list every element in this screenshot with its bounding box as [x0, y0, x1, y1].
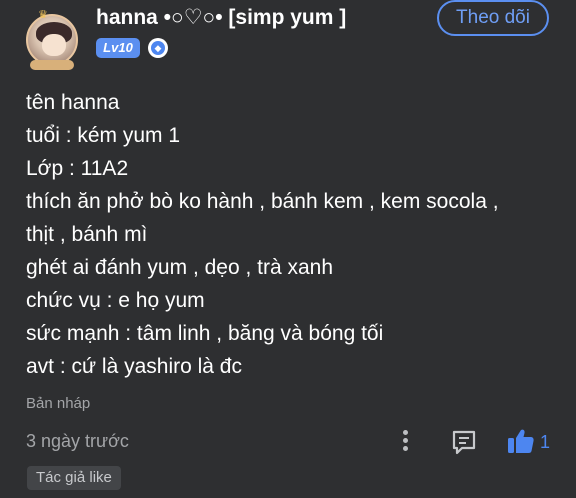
content-line: tuổi : kém yum 1	[26, 124, 181, 147]
content-line: Lớp : 11A2	[26, 157, 129, 180]
crown-icon: ♛	[38, 9, 48, 21]
content-line: ghét ai đánh yum , dẹo , trà xanh	[26, 256, 334, 279]
post-header: ♛ hanna •○♡○• [simp yum ] Lv10 ◆ Theo dõ…	[0, 0, 576, 80]
more-options-icon[interactable]	[396, 428, 414, 454]
author-like-badge: Tác giả like	[27, 466, 121, 490]
amino-badge-icon: ◆	[148, 38, 168, 58]
username[interactable]: hanna •○♡○• [simp yum ]	[96, 5, 346, 30]
content-line: thích ăn phở bò ko hành , bánh kem , kem…	[26, 190, 499, 213]
post-content: tên hanna tuổi : kém yum 1 Lớp : 11A2 th…	[26, 86, 556, 383]
draft-label: Bản nháp	[26, 395, 91, 412]
content-line: thịt , bánh mì	[26, 223, 148, 246]
post-timestamp: 3 ngày trước	[26, 431, 129, 451]
anime-avatar-icon	[26, 14, 78, 66]
thumbs-up-icon[interactable]	[506, 426, 536, 456]
content-line: chức vụ : e họ yum	[26, 289, 205, 312]
content-line: sức mạnh : tâm linh , băng và bóng tối	[26, 322, 384, 345]
follow-button[interactable]: Theo dõi	[437, 0, 549, 36]
content-line: avt : cứ là yashiro là đc	[26, 355, 242, 378]
avatar[interactable]: ♛	[22, 8, 82, 70]
avatar-frame-tag	[30, 60, 74, 70]
level-badge: Lv10	[96, 38, 140, 58]
comment-icon[interactable]	[450, 428, 478, 456]
content-line: tên hanna	[26, 91, 120, 114]
like-count: 1	[540, 432, 551, 452]
